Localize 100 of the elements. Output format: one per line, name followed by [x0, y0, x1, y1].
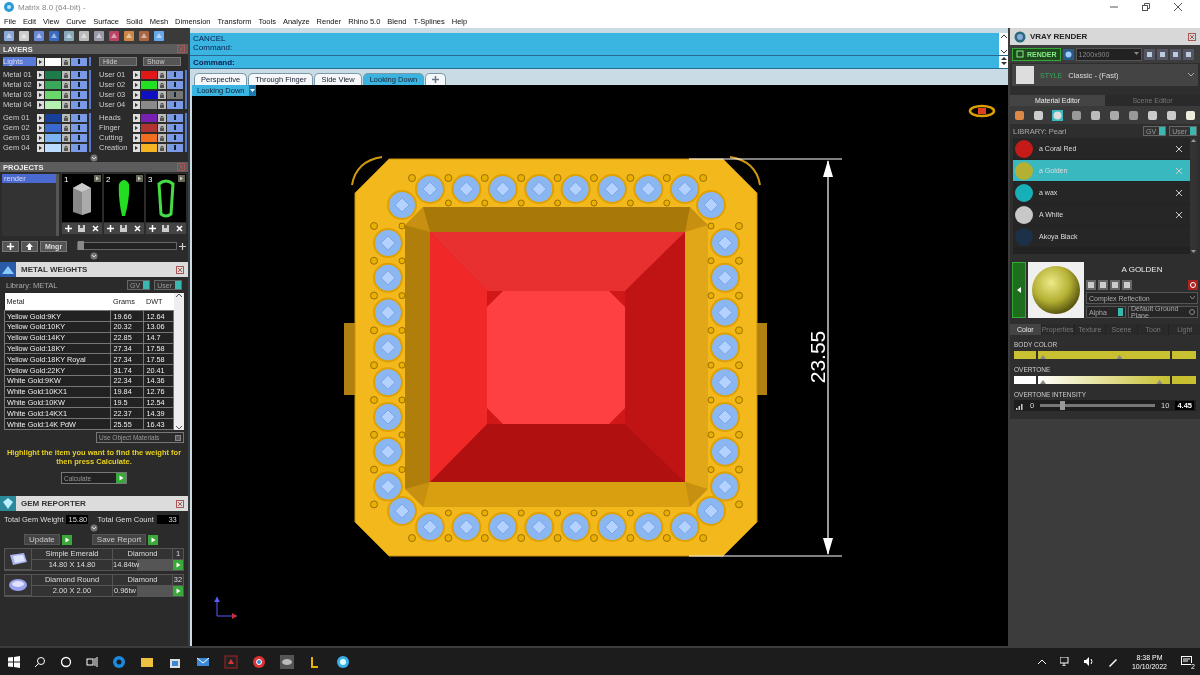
body-color-gradient-slider[interactable] — [1014, 350, 1196, 360]
toolbar-icon[interactable] — [108, 30, 120, 42]
lock-icon[interactable] — [62, 143, 70, 152]
app-icon[interactable] — [280, 654, 294, 669]
play-button[interactable] — [61, 534, 72, 545]
visibility-toggle[interactable] — [167, 143, 183, 152]
arrow-icon[interactable] — [37, 80, 44, 89]
color-swatch[interactable] — [45, 80, 61, 89]
visibility-toggle[interactable] — [71, 70, 87, 79]
lock-icon[interactable] — [62, 100, 70, 109]
calculate-button[interactable] — [116, 473, 126, 483]
visibility-toggle[interactable] — [167, 80, 183, 89]
update-button[interactable]: Update — [24, 534, 60, 545]
color-swatch[interactable] — [141, 70, 157, 79]
arrow-icon[interactable] — [37, 100, 44, 109]
caret-icon[interactable] — [1188, 73, 1194, 77]
visibility-toggle[interactable] — [71, 80, 87, 89]
thumbnail[interactable]: 1 — [62, 174, 102, 222]
spin-icon[interactable] — [1000, 57, 1007, 65]
color-swatch[interactable] — [45, 143, 61, 152]
toolbar-icon[interactable] — [33, 30, 45, 42]
arrow-icon[interactable] — [133, 80, 140, 89]
lock-icon[interactable] — [158, 123, 166, 132]
visibility-toggle[interactable] — [167, 90, 183, 99]
visibility-toggle[interactable] — [71, 133, 87, 142]
thumbnail[interactable]: 2 — [104, 174, 144, 222]
color-swatch[interactable] — [45, 90, 61, 99]
lock-icon[interactable] — [62, 57, 70, 66]
material-type-icon[interactable] — [1052, 109, 1063, 121]
color-swatch[interactable] — [141, 143, 157, 152]
color-swatch[interactable] — [141, 80, 157, 89]
toolbar-icon[interactable] — [78, 30, 90, 42]
visibility-toggle[interactable] — [71, 113, 87, 122]
delete-icon[interactable] — [1176, 145, 1182, 152]
lock-icon[interactable] — [158, 100, 166, 109]
color-swatch[interactable] — [45, 133, 61, 142]
lock-icon[interactable] — [158, 133, 166, 142]
color-swatch[interactable] — [141, 90, 157, 99]
arrow-icon[interactable] — [37, 70, 44, 79]
visibility-toggle[interactable] — [167, 113, 183, 122]
arrow-icon[interactable] — [133, 90, 140, 99]
lock-icon[interactable] — [62, 133, 70, 142]
toolbar-icon[interactable] — [93, 30, 105, 42]
search-icon[interactable] — [34, 655, 46, 668]
toolbar-icon[interactable] — [123, 30, 135, 42]
material-type-icon[interactable] — [1185, 109, 1196, 121]
arrow-icon[interactable] — [37, 90, 44, 99]
color-swatch[interactable] — [141, 113, 157, 122]
close-icon[interactable] — [1174, 3, 1182, 11]
thumbnail[interactable]: 3 — [146, 174, 186, 222]
arrow-icon[interactable] — [37, 57, 44, 66]
ring-icon[interactable] — [968, 104, 996, 118]
arrow-icon[interactable] — [37, 113, 44, 122]
lock-icon[interactable] — [158, 113, 166, 122]
color-swatch[interactable] — [45, 70, 61, 79]
material-type-icon[interactable] — [1166, 109, 1177, 121]
play-icon[interactable] — [178, 175, 185, 182]
visibility-toggle[interactable] — [167, 100, 183, 109]
close-icon[interactable] — [176, 499, 184, 508]
scroll-down-icon[interactable] — [1000, 50, 1007, 54]
material-type-icon[interactable] — [1071, 109, 1082, 121]
lock-icon[interactable] — [62, 80, 70, 89]
delete-icon[interactable] — [1176, 211, 1182, 218]
visibility-toggle[interactable] — [167, 70, 183, 79]
toolbar-icon[interactable] — [18, 30, 30, 42]
network-icon[interactable] — [1059, 657, 1070, 666]
arrow-icon[interactable] — [37, 143, 44, 152]
move-up-button[interactable] — [21, 240, 38, 252]
arrow-icon[interactable] — [37, 133, 44, 142]
camera-icon[interactable] — [1062, 48, 1074, 60]
arrow-icon[interactable] — [133, 113, 140, 122]
color-swatch[interactable] — [45, 123, 61, 132]
pen-icon[interactable] — [1107, 656, 1118, 667]
visibility-toggle[interactable] — [71, 90, 87, 99]
play-icon[interactable] — [94, 175, 101, 182]
toolbar-icon[interactable] — [3, 30, 15, 42]
visibility-toggle[interactable] — [71, 123, 87, 132]
scroll-up-icon[interactable] — [1000, 34, 1007, 38]
material-type-icon[interactable] — [1033, 109, 1044, 121]
lock-icon[interactable] — [158, 70, 166, 79]
arrow-icon[interactable] — [133, 70, 140, 79]
color-swatch[interactable] — [141, 123, 157, 132]
play-button[interactable] — [148, 534, 159, 545]
lock-icon[interactable] — [158, 90, 166, 99]
app-icon[interactable] — [336, 654, 350, 669]
color-swatch[interactable] — [45, 100, 61, 109]
circle-icon[interactable] — [60, 655, 72, 668]
slider-thumb[interactable] — [78, 241, 85, 250]
task-view-icon[interactable] — [86, 655, 98, 668]
lock-icon[interactable] — [158, 143, 166, 152]
scroll-up-icon[interactable] — [176, 293, 182, 298]
plus-icon[interactable] — [179, 242, 186, 250]
arrow-icon[interactable] — [133, 123, 140, 132]
arrow-icon[interactable] — [1017, 287, 1021, 293]
windows-logo-icon[interactable] — [8, 655, 20, 668]
visibility-toggle[interactable] — [167, 123, 183, 132]
lock-icon[interactable] — [62, 113, 70, 122]
close-icon[interactable] — [176, 265, 184, 274]
overtone-gradient-slider[interactable] — [1014, 375, 1196, 385]
arrow-icon[interactable] — [133, 133, 140, 142]
